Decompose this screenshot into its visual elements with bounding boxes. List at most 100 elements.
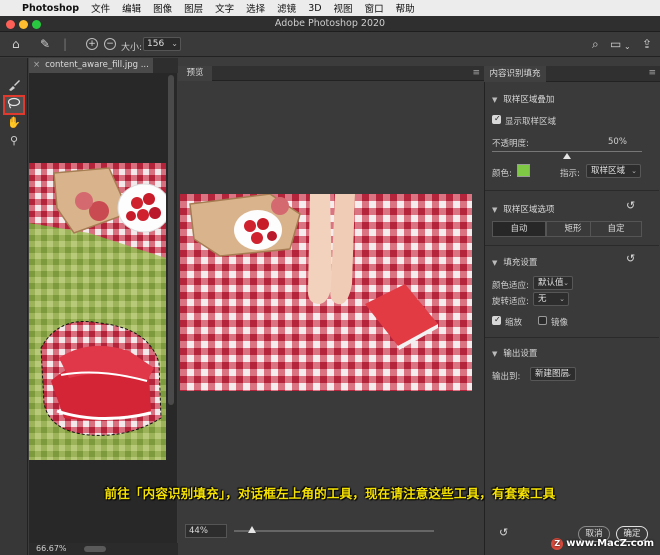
preview-image[interactable] <box>180 194 472 391</box>
chevron-down-icon: ⌄ <box>631 167 637 175</box>
preview-zoom-slider-thumb[interactable] <box>248 526 256 533</box>
section-fill-settings-title: 填充设置 <box>503 258 538 268</box>
menu-image[interactable]: 图像 <box>153 1 172 15</box>
color-adapt-label: 颜色适应: <box>492 281 529 291</box>
preview-zoom-value: 44% <box>189 526 208 536</box>
size-label: 大小: <box>121 43 143 53</box>
section-divider <box>485 245 659 246</box>
document-tab-label: content_aware_fill.jpg ... <box>45 60 149 70</box>
window-title: Adobe Photoshop 2020 <box>274 18 386 29</box>
watermark: Zwww.MacZ.com <box>551 538 654 550</box>
zoom-tool-icon[interactable]: ⚲ <box>5 133 23 149</box>
menu-3d[interactable]: 3D <box>308 3 321 14</box>
overlay-color-swatch[interactable] <box>517 164 530 177</box>
opacity-slider-thumb[interactable] <box>563 153 571 159</box>
collapse-triangle-icon[interactable]: ▼ <box>492 350 497 358</box>
scale-checkbox[interactable] <box>492 315 501 325</box>
sampling-mode-auto[interactable]: 自动 <box>492 221 546 237</box>
sampling-mode-custom[interactable]: 自定 <box>590 221 642 237</box>
opacity-value[interactable]: 50% <box>608 137 627 147</box>
document-zoom-readout: 66.67% <box>36 544 67 553</box>
show-sampling-area-label: 显示取样区域 <box>505 117 557 127</box>
color-label: 颜色: <box>492 169 512 179</box>
preview-zoom-input[interactable]: 44% <box>185 524 227 538</box>
section-output[interactable]: ▼ 输出设置 <box>492 347 537 359</box>
search-icon[interactable]: ⌕ <box>592 37 599 51</box>
chevron-down-icon[interactable]: ⌄ <box>171 38 178 50</box>
lasso-tool-icon[interactable] <box>3 95 25 115</box>
size-value: 156 <box>147 39 165 49</box>
separator: | <box>63 37 68 51</box>
content-aware-toolbar: ✋ ⚲ <box>0 58 28 555</box>
section-fill-settings[interactable]: ▼ 填充设置 <box>492 256 537 268</box>
menu-type[interactable]: 文字 <box>215 1 234 15</box>
close-tab-icon[interactable]: × <box>33 60 40 70</box>
subtract-from-selection-icon[interactable]: − <box>104 38 116 50</box>
section-sampling-options[interactable]: ▼ 取样区域选项 <box>492 203 554 215</box>
menu-edit[interactable]: 编辑 <box>122 1 141 15</box>
size-input[interactable]: 156 ⌄ <box>143 37 181 51</box>
output-to-label: 输出到: <box>492 372 521 382</box>
menu-file[interactable]: 文件 <box>91 1 110 15</box>
output-to-value: 新建图层 <box>535 369 570 379</box>
section-sampling-options-title: 取样区域选项 <box>503 205 555 215</box>
opacity-slider[interactable] <box>492 151 642 152</box>
preview-header: 预览 ≡ <box>178 66 484 81</box>
mirror-label: 镜像 <box>551 318 569 328</box>
menu-select[interactable]: 选择 <box>246 1 265 15</box>
watermark-logo-icon: Z <box>551 538 564 550</box>
chevron-down-icon: ⌄ <box>559 295 565 303</box>
color-adapt-dropdown[interactable]: 默认值 ⌄ <box>533 276 573 290</box>
menu-layer[interactable]: 图层 <box>184 1 203 15</box>
mac-menubar: Photoshop 文件 编辑 图像 图层 文字 选择 滤镜 3D 视图 窗口 … <box>0 0 660 16</box>
preview-tab[interactable]: 预览 <box>178 66 212 81</box>
document-image[interactable] <box>29 163 166 460</box>
share-icon[interactable]: ⇪ <box>642 37 652 51</box>
document-tab-bar: × content_aware_fill.jpg ... <box>29 58 178 73</box>
collapse-triangle-icon[interactable]: ▼ <box>492 259 497 267</box>
preview-zoom-slider[interactable] <box>234 530 434 532</box>
menu-filter[interactable]: 滤镜 <box>277 1 296 15</box>
rotation-adapt-value: 无 <box>538 294 547 304</box>
reset-sampling-icon[interactable]: ↺ <box>626 199 635 212</box>
document-tab[interactable]: × content_aware_fill.jpg ... <box>29 58 153 73</box>
collapse-triangle-icon[interactable]: ▼ <box>492 206 497 214</box>
indicate-label: 指示: <box>560 169 580 179</box>
mirror-checkbox[interactable] <box>538 316 547 325</box>
indicate-dropdown[interactable]: 取样区域 ⌄ <box>586 164 641 178</box>
document-vertical-scrollbar[interactable] <box>168 75 174 405</box>
hand-tool-icon[interactable]: ✋ <box>5 115 23 131</box>
section-divider <box>485 190 659 191</box>
scale-label: 缩放 <box>505 318 523 328</box>
options-bar: ⌂ ✎ | + − 大小: 156 ⌄ ⌕ ▭ ⌄ ⇪ <box>0 32 660 57</box>
reset-all-icon[interactable]: ↺ <box>499 526 508 539</box>
add-to-selection-icon[interactable]: + <box>86 38 98 50</box>
menu-view[interactable]: 视图 <box>334 1 353 15</box>
sampling-brush-tool-icon[interactable] <box>5 78 23 94</box>
preview-menu-icon[interactable]: ≡ <box>472 68 480 78</box>
menu-app-name[interactable]: Photoshop <box>22 3 79 14</box>
chevron-down-icon: ⌄ <box>563 279 569 287</box>
output-to-dropdown[interactable]: 新建图层 ⌄ <box>530 367 576 381</box>
document-horizontal-scrollbar[interactable] <box>84 546 106 552</box>
brush-preset-icon[interactable]: ✎ <box>40 37 50 51</box>
workspace-chevron-icon[interactable]: ⌄ <box>624 40 631 54</box>
menu-window[interactable]: 窗口 <box>365 1 384 15</box>
section-sampling-overlay-title: 取样区域叠加 <box>503 95 555 105</box>
window-titlebar: Adobe Photoshop 2020 <box>0 16 660 32</box>
panel-tab[interactable]: 内容识别填充 <box>484 66 546 82</box>
reset-fill-icon[interactable]: ↺ <box>626 252 635 265</box>
section-output-title: 输出设置 <box>503 349 538 359</box>
collapse-triangle-icon[interactable]: ▼ <box>492 96 497 104</box>
chevron-down-icon: ⌄ <box>566 370 572 378</box>
show-sampling-area-checkbox[interactable] <box>492 114 501 124</box>
rotation-adapt-dropdown[interactable]: 无 ⌄ <box>533 292 569 306</box>
color-adapt-value: 默认值 <box>538 278 564 288</box>
section-sampling-overlay[interactable]: ▼ 取样区域叠加 <box>492 93 554 105</box>
section-divider <box>485 337 659 338</box>
menu-help[interactable]: 帮助 <box>396 1 415 15</box>
workspace-icon[interactable]: ▭ <box>610 37 621 51</box>
home-icon[interactable]: ⌂ <box>12 37 20 51</box>
tutorial-caption: 前往「内容识别填充」，对话框左上角的工具，现在请注意这些工具，有套索工具 <box>104 486 556 501</box>
panel-menu-icon[interactable]: ≡ <box>648 68 656 78</box>
